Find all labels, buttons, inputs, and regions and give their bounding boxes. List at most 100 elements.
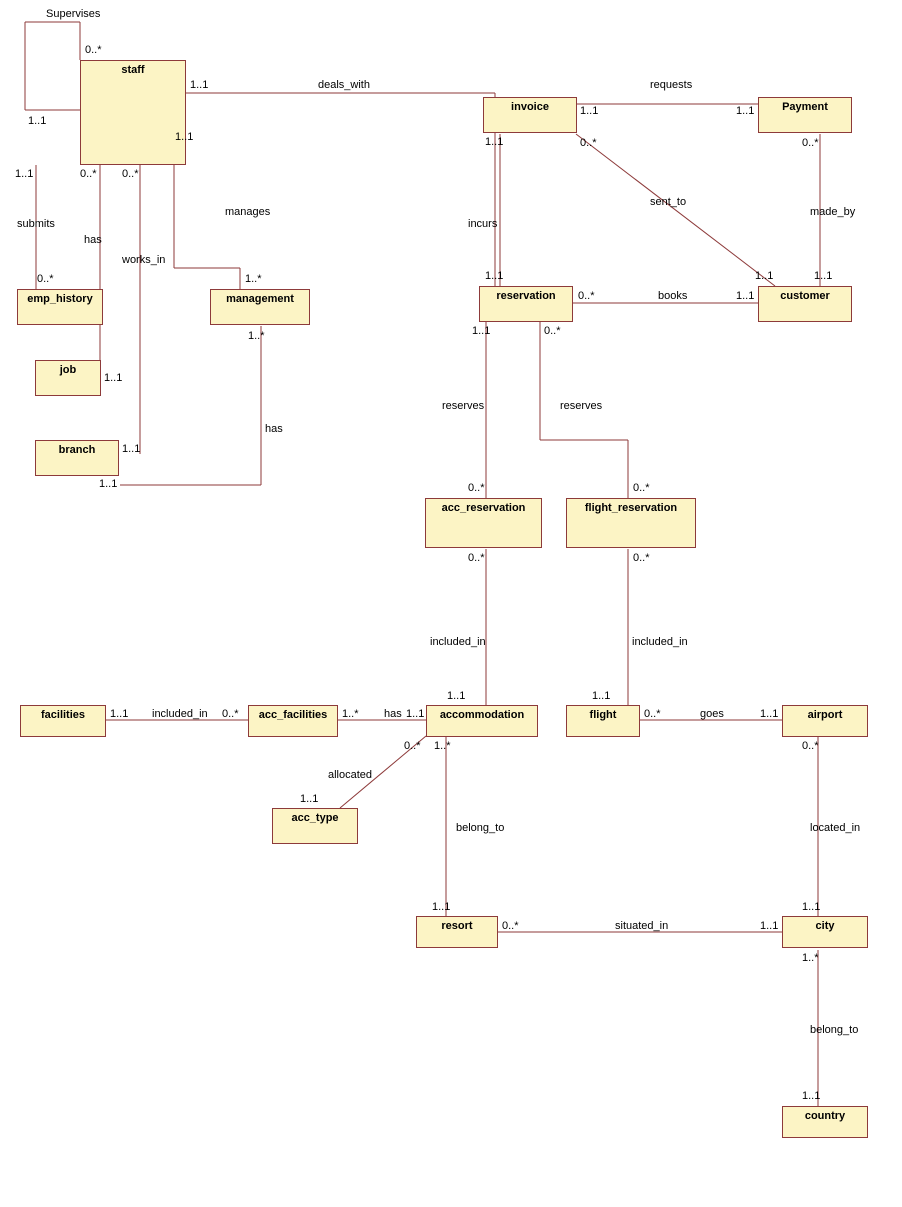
mult-submits-src: 1..1 bbox=[15, 168, 33, 180]
entity-label: reservation bbox=[496, 290, 555, 302]
mult-sent-dst: 1..1 bbox=[755, 270, 773, 282]
label-allocated: allocated bbox=[328, 769, 372, 781]
label-situated-in: situated_in bbox=[615, 920, 668, 932]
mult-made-src: 0..* bbox=[802, 137, 819, 149]
entity-label: acc_facilities bbox=[259, 709, 328, 721]
entity-label: staff bbox=[121, 64, 144, 76]
mult-incacc-dst: 1..1 bbox=[447, 690, 465, 702]
entity-label: customer bbox=[780, 290, 830, 302]
entity-label: city bbox=[816, 920, 835, 932]
label-belong-to1: belong_to bbox=[456, 822, 504, 834]
entity-management[interactable]: management bbox=[210, 289, 310, 325]
mult-hasjob-dst: 1..1 bbox=[104, 372, 122, 384]
mult-resa-src: 1..1 bbox=[472, 325, 490, 337]
mult-requests-dst: 1..1 bbox=[736, 105, 754, 117]
entity-airport[interactable]: airport bbox=[782, 705, 868, 737]
mult-works-src: 0..* bbox=[122, 168, 139, 180]
entity-label: airport bbox=[808, 709, 843, 721]
entity-emp-history[interactable]: emp_history bbox=[17, 289, 103, 325]
mult-requests-src: 1..1 bbox=[580, 105, 598, 117]
entity-reservation[interactable]: reservation bbox=[479, 286, 573, 322]
entity-label: facilities bbox=[41, 709, 85, 721]
entity-label: flight_reservation bbox=[585, 502, 677, 514]
entity-label: flight bbox=[590, 709, 617, 721]
mult-belc-src: 1..* bbox=[802, 952, 819, 964]
label-goes: goes bbox=[700, 708, 724, 720]
mult-resf-src: 0..* bbox=[544, 325, 561, 337]
entity-city[interactable]: city bbox=[782, 916, 868, 948]
mult-alloc-src: 0..* bbox=[404, 740, 421, 752]
mult-sit-src: 0..* bbox=[502, 920, 519, 932]
mult-alloc-dst: 1..1 bbox=[300, 793, 318, 805]
entity-label: branch bbox=[59, 444, 96, 456]
mult-supervises-dst: 1..1 bbox=[28, 115, 46, 127]
mult-incurs-dst: 1..1 bbox=[485, 270, 503, 282]
label-has3: has bbox=[384, 708, 402, 720]
mult-supervises-src: 0..* bbox=[85, 44, 102, 56]
mult-deals-src: 1..1 bbox=[190, 79, 208, 91]
entity-invoice[interactable]: invoice bbox=[483, 97, 577, 133]
mult-belc-dst: 1..1 bbox=[802, 1090, 820, 1102]
entity-label: acc_reservation bbox=[442, 502, 526, 514]
mult-mng-src: 1..1 bbox=[175, 131, 193, 143]
entity-flight[interactable]: flight bbox=[566, 705, 640, 737]
label-has1: has bbox=[84, 234, 102, 246]
entity-facilities[interactable]: facilities bbox=[20, 705, 106, 737]
entity-label: acc_type bbox=[291, 812, 338, 824]
entity-flight-reservation[interactable]: flight_reservation bbox=[566, 498, 696, 548]
mult-mhb-dst: 1..1 bbox=[99, 478, 117, 490]
entity-label: management bbox=[226, 293, 294, 305]
label-included-in3: included_in bbox=[152, 708, 208, 720]
mult-incacc-src: 0..* bbox=[468, 552, 485, 564]
mult-works-dst: 1..1 bbox=[122, 443, 140, 455]
entity-payment[interactable]: Payment bbox=[758, 97, 852, 133]
mult-loc-dst: 1..1 bbox=[802, 901, 820, 913]
mult-goes-src: 0..* bbox=[644, 708, 661, 720]
mult-facinc-dst: 0..* bbox=[222, 708, 239, 720]
label-located-in: located_in bbox=[810, 822, 860, 834]
mult-incf-src: 0..* bbox=[633, 552, 650, 564]
entity-label: emp_history bbox=[27, 293, 92, 305]
mult-books-dst: 1..1 bbox=[736, 290, 754, 302]
mult-facchas-src: 1..* bbox=[342, 708, 359, 720]
entity-job[interactable]: job bbox=[35, 360, 101, 396]
entity-customer[interactable]: customer bbox=[758, 286, 852, 322]
entity-label: country bbox=[805, 1110, 845, 1122]
mult-loc-src: 0..* bbox=[802, 740, 819, 752]
entity-acc-facilities[interactable]: acc_facilities bbox=[248, 705, 338, 737]
label-deals-with: deals_with bbox=[318, 79, 370, 91]
entity-acc-type[interactable]: acc_type bbox=[272, 808, 358, 844]
mult-incurs-src: 1..1 bbox=[485, 136, 503, 148]
label-incurs: incurs bbox=[468, 218, 497, 230]
label-submits: submits bbox=[17, 218, 55, 230]
entity-label: invoice bbox=[511, 101, 549, 113]
entity-acc-reservation[interactable]: acc_reservation bbox=[425, 498, 542, 548]
mult-incf-dst: 1..1 bbox=[592, 690, 610, 702]
label-included-in2: included_in bbox=[632, 636, 688, 648]
entity-label: Payment bbox=[782, 101, 828, 113]
label-works-in: works_in bbox=[122, 254, 165, 266]
mult-resf-dst: 0..* bbox=[633, 482, 650, 494]
entity-staff[interactable]: staff bbox=[80, 60, 186, 165]
mult-goes-dst: 1..1 bbox=[760, 708, 778, 720]
entity-country[interactable]: country bbox=[782, 1106, 868, 1138]
mult-sit-dst: 1..1 bbox=[760, 920, 778, 932]
edges-layer bbox=[0, 0, 902, 1207]
mult-books-src: 0..* bbox=[578, 290, 595, 302]
mult-resa-dst: 0..* bbox=[468, 482, 485, 494]
entity-accommodation[interactable]: accommodation bbox=[426, 705, 538, 737]
mult-sent-src: 0..* bbox=[580, 137, 597, 149]
entity-label: resort bbox=[441, 920, 472, 932]
mult-hasjob-src: 0..* bbox=[80, 168, 97, 180]
label-books: books bbox=[658, 290, 687, 302]
label-reserves2: reserves bbox=[560, 400, 602, 412]
label-manages: manages bbox=[225, 206, 270, 218]
entity-branch[interactable]: branch bbox=[35, 440, 119, 476]
mult-belres-src: 1..* bbox=[434, 740, 451, 752]
entity-resort[interactable]: resort bbox=[416, 916, 498, 948]
mult-facchas-dst: 1..1 bbox=[406, 708, 424, 720]
label-reserves1: reserves bbox=[442, 400, 484, 412]
mult-made-dst: 1..1 bbox=[814, 270, 832, 282]
label-belong-to2: belong_to bbox=[810, 1024, 858, 1036]
mult-mng-dst: 1..* bbox=[245, 273, 262, 285]
